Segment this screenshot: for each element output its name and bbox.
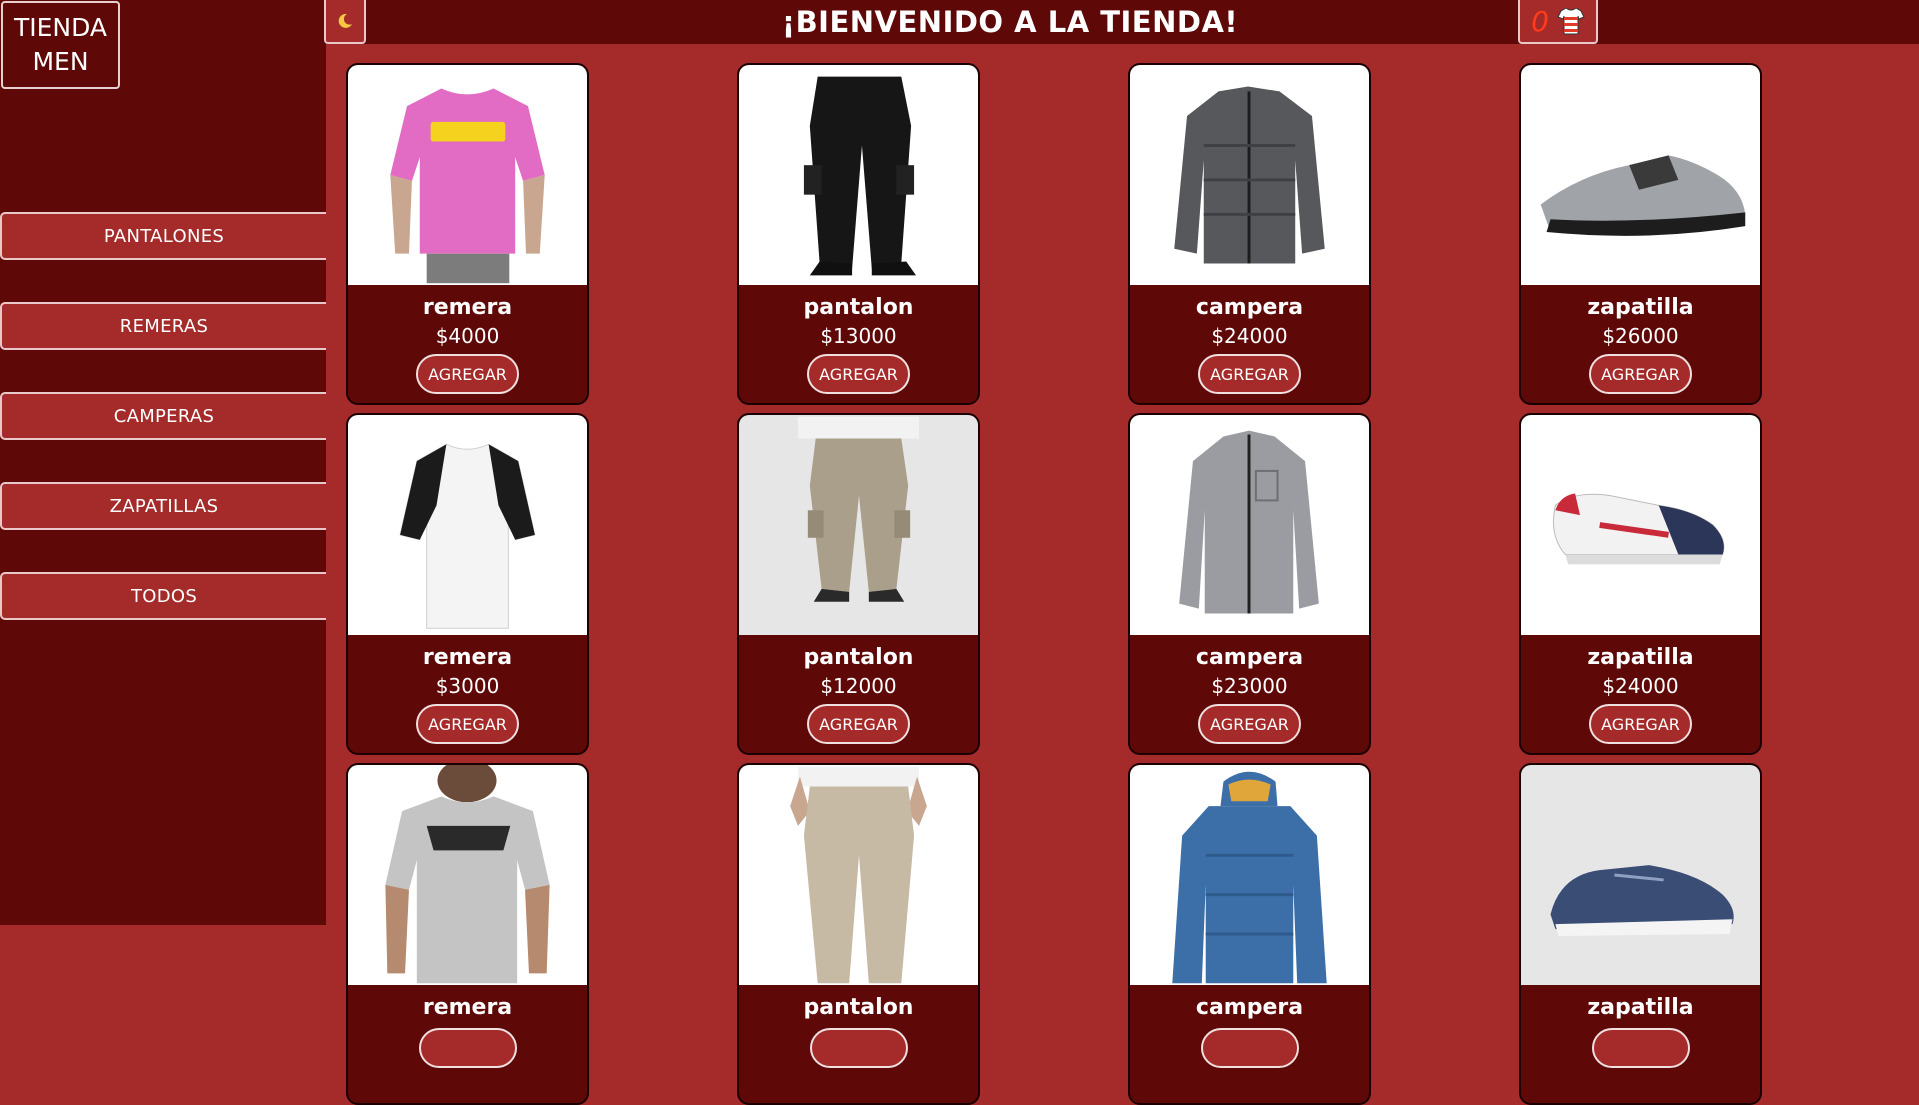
page-title: ¡BIENVENIDO A LA TIENDA! xyxy=(781,5,1239,39)
product-card: zapatilla xyxy=(1519,763,1762,1105)
product-image-campera[interactable] xyxy=(1130,65,1369,285)
product-image-remera[interactable] xyxy=(348,765,587,985)
product-price: $3000 xyxy=(435,674,500,698)
black-cargo-pants-icon xyxy=(803,76,917,276)
product-name: campera xyxy=(1195,995,1304,1020)
product-card: campera $24000 AGREGAR xyxy=(1128,63,1371,405)
grey-puffer-jacket-icon xyxy=(1174,86,1325,264)
product-name: campera xyxy=(1195,295,1304,320)
product-card: pantalon xyxy=(737,763,980,1105)
product-card: zapatilla $24000 AGREGAR xyxy=(1519,413,1762,755)
logo-line-2: MEN xyxy=(32,47,89,76)
product-image-pantalon[interactable] xyxy=(739,765,978,985)
product-price: $24000 xyxy=(1602,674,1679,698)
product-price: $12000 xyxy=(820,674,897,698)
khaki-cargo-pants-icon xyxy=(798,416,919,602)
add-to-cart-button[interactable]: AGREGAR xyxy=(807,354,910,394)
product-price: $24000 xyxy=(1211,324,1288,348)
product-price: $26000 xyxy=(1602,324,1679,348)
store-logo[interactable]: TIENDA MEN xyxy=(1,1,120,89)
product-name: remera xyxy=(422,295,513,320)
category-button-zapatillas[interactable]: ZAPATILLAS xyxy=(0,482,326,530)
product-card: pantalon $12000 AGREGAR xyxy=(737,413,980,755)
product-grid: remera $4000 AGREGAR pantalon $13000 AGR… xyxy=(346,63,1762,1105)
product-name: pantalon xyxy=(803,645,914,670)
cart-count: 0 xyxy=(1531,4,1549,38)
category-button-remeras[interactable]: REMERAS xyxy=(0,302,326,350)
add-to-cart-button[interactable]: AGREGAR xyxy=(416,354,519,394)
product-image-campera[interactable] xyxy=(1130,765,1369,985)
silver-sneaker-icon xyxy=(1540,155,1746,236)
product-name: zapatilla xyxy=(1587,295,1694,320)
add-to-cart-button[interactable] xyxy=(1200,1028,1299,1068)
add-to-cart-button[interactable] xyxy=(1591,1028,1690,1068)
category-button-todos[interactable]: TODOS xyxy=(0,572,326,620)
product-image-zapatilla[interactable] xyxy=(1521,65,1760,285)
product-card: remera $3000 AGREGAR xyxy=(346,413,589,755)
product-image-zapatilla[interactable] xyxy=(1521,415,1760,635)
shirt-icon xyxy=(1557,7,1585,35)
add-to-cart-button[interactable]: AGREGAR xyxy=(1589,354,1692,394)
add-to-cart-button[interactable]: AGREGAR xyxy=(807,704,910,744)
theme-toggle-button[interactable] xyxy=(324,0,366,44)
add-to-cart-button[interactable]: AGREGAR xyxy=(1198,354,1301,394)
white-navy-sneaker-icon xyxy=(1552,493,1725,565)
product-name: zapatilla xyxy=(1587,995,1694,1020)
product-image-zapatilla[interactable] xyxy=(1521,765,1760,985)
product-card: campera xyxy=(1128,763,1371,1105)
product-image-remera[interactable] xyxy=(348,65,587,285)
product-name: campera xyxy=(1195,645,1304,670)
add-to-cart-button[interactable]: AGREGAR xyxy=(1589,704,1692,744)
product-price: $23000 xyxy=(1211,674,1288,698)
blue-hooded-jacket-icon xyxy=(1172,771,1327,984)
product-name: zapatilla xyxy=(1587,645,1694,670)
add-to-cart-button[interactable] xyxy=(809,1028,908,1068)
product-name: pantalon xyxy=(803,995,914,1020)
product-image-pantalon[interactable] xyxy=(739,415,978,635)
navy-running-shoe-icon xyxy=(1550,865,1734,936)
product-price: $4000 xyxy=(435,324,500,348)
product-name: remera xyxy=(422,995,513,1020)
add-to-cart-button[interactable] xyxy=(418,1028,517,1068)
product-card: pantalon $13000 AGREGAR xyxy=(737,63,980,405)
product-name: pantalon xyxy=(803,295,914,320)
logo-line-1: TIENDA xyxy=(13,13,108,42)
product-image-remera[interactable] xyxy=(348,415,587,635)
add-to-cart-button[interactable]: AGREGAR xyxy=(416,704,519,744)
pink-tshirt-icon xyxy=(390,88,545,284)
product-card: campera $23000 AGREGAR xyxy=(1128,413,1371,755)
product-card: remera $4000 AGREGAR xyxy=(346,63,589,405)
product-card: remera xyxy=(346,763,589,1105)
product-image-campera[interactable] xyxy=(1130,415,1369,635)
grey-fleece-jacket-icon xyxy=(1179,430,1319,614)
white-raglan-tshirt-icon xyxy=(399,443,536,629)
grey-vans-tshirt-icon xyxy=(385,765,550,984)
sidebar: TIENDA MEN PANTALONES REMERAS CAMPERAS Z… xyxy=(0,0,326,925)
product-image-pantalon[interactable] xyxy=(739,65,978,285)
cart-button[interactable]: 0 xyxy=(1518,0,1598,44)
beige-chinos-icon xyxy=(790,766,927,984)
product-name: remera xyxy=(422,645,513,670)
category-button-camperas[interactable]: CAMPERAS xyxy=(0,392,326,440)
add-to-cart-button[interactable]: AGREGAR xyxy=(1198,704,1301,744)
product-card: zapatilla $26000 AGREGAR xyxy=(1519,63,1762,405)
category-button-pantalones[interactable]: PANTALONES xyxy=(0,212,326,260)
product-price: $13000 xyxy=(820,324,897,348)
moon-icon xyxy=(338,13,352,28)
